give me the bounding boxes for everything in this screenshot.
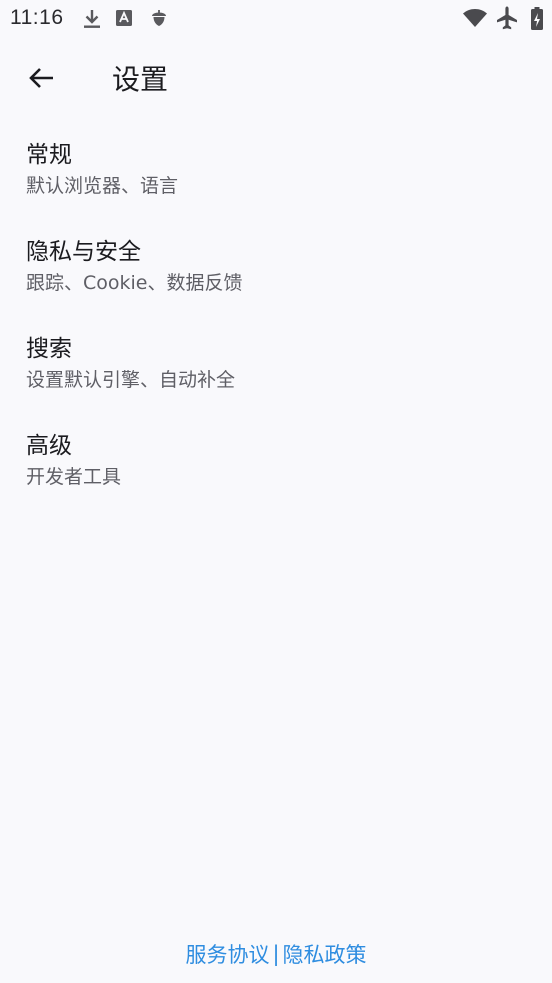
back-button[interactable] — [18, 56, 66, 104]
top-app-bar: 设置 — [0, 50, 552, 112]
footer-links: 服务协议 | 隐私政策 — [0, 938, 552, 970]
settings-item-subtitle: 跟踪、Cookie、数据反馈 — [26, 272, 243, 294]
acorn-icon — [148, 7, 170, 33]
font-app-icon — [114, 7, 136, 33]
settings-item-title: 常规 — [26, 142, 72, 168]
settings-item-title: 隐私与安全 — [26, 239, 141, 265]
settings-list: 常规 默认浏览器、语言 隐私与安全 跟踪、Cookie、数据反馈 搜索 设置默认… — [0, 130, 552, 518]
settings-item-subtitle: 开发者工具 — [26, 466, 122, 488]
arrow-back-icon — [26, 62, 58, 98]
status-time: 11:16 — [10, 6, 64, 29]
settings-item-subtitle: 设置默认引擎、自动补全 — [26, 369, 236, 391]
settings-item-privacy-security[interactable]: 隐私与安全 跟踪、Cookie、数据反馈 — [0, 227, 552, 324]
settings-item-search[interactable]: 搜索 设置默认引擎、自动补全 — [0, 324, 552, 421]
page-title: 设置 — [112, 63, 169, 96]
airplane-mode-icon — [495, 5, 519, 35]
battery-charging-icon — [530, 6, 544, 36]
privacy-policy-link[interactable]: 隐私政策 — [283, 939, 367, 969]
footer-separator: | — [272, 942, 280, 966]
settings-item-title: 搜索 — [26, 336, 72, 362]
settings-item-title: 高级 — [26, 433, 72, 459]
settings-item-general[interactable]: 常规 默认浏览器、语言 — [0, 130, 552, 227]
wifi-icon — [462, 6, 488, 34]
settings-item-advanced[interactable]: 高级 开发者工具 — [0, 421, 552, 518]
download-icon — [80, 7, 104, 35]
terms-of-service-link[interactable]: 服务协议 — [185, 939, 269, 969]
status-bar: 11:16 — [0, 0, 552, 38]
settings-item-subtitle: 默认浏览器、语言 — [26, 175, 179, 197]
